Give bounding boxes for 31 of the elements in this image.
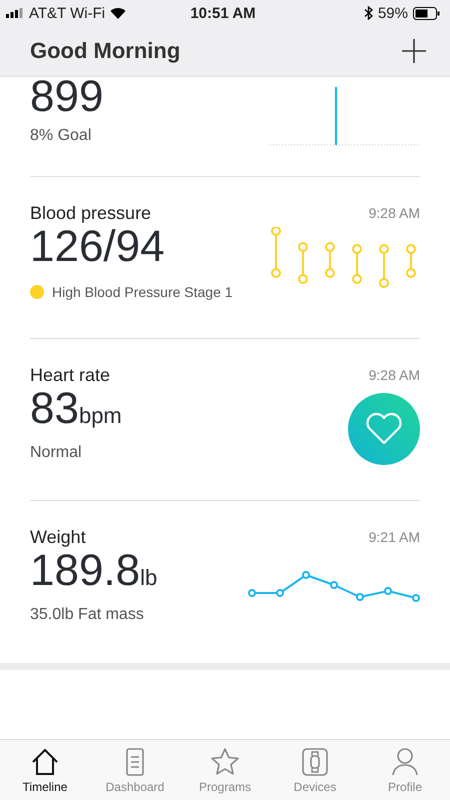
watch-icon <box>299 746 331 778</box>
bluetooth-icon <box>364 6 373 20</box>
status-text: High Blood Pressure Stage 1 <box>52 284 233 300</box>
signal-icon <box>6 8 24 18</box>
reading-time: 9:21 AM <box>368 529 420 545</box>
carrier-name: AT&T Wi-Fi <box>29 4 106 22</box>
page-title: Good Morning <box>30 38 180 64</box>
clock: 10:51 AM <box>190 4 256 22</box>
card-caption: 8% Goal <box>30 126 92 145</box>
reading-value: 126/94 <box>30 224 166 270</box>
tab-item[interactable]: Dashboard <box>90 740 180 800</box>
reading-time: 9:28 AM <box>368 205 420 221</box>
tab-item[interactable]: Devices <box>270 740 360 800</box>
tab-item[interactable]: Programs <box>180 740 270 800</box>
card-title: Weight <box>30 527 87 548</box>
card-caption: 35.0lb Fat mass <box>30 606 145 624</box>
battery-percent: 59% <box>378 4 408 22</box>
battery-icon <box>413 6 440 20</box>
person-icon <box>389 746 421 778</box>
reading-time: 9:28 AM <box>368 367 420 383</box>
reading-value: 899 <box>30 77 104 117</box>
wifi-icon <box>110 7 126 19</box>
reading-value: 83bpm <box>30 386 122 432</box>
tab-item[interactable]: Profile <box>360 740 450 800</box>
tab-item[interactable]: Timeline <box>0 740 90 800</box>
card-title: Heart rate <box>30 365 112 386</box>
card-caption: Normal <box>30 444 83 462</box>
reading-value: 189.8lb <box>30 548 158 594</box>
heart-icon <box>365 412 403 446</box>
add-icon[interactable] <box>402 39 426 63</box>
card-title: Blood pressure <box>30 203 152 224</box>
